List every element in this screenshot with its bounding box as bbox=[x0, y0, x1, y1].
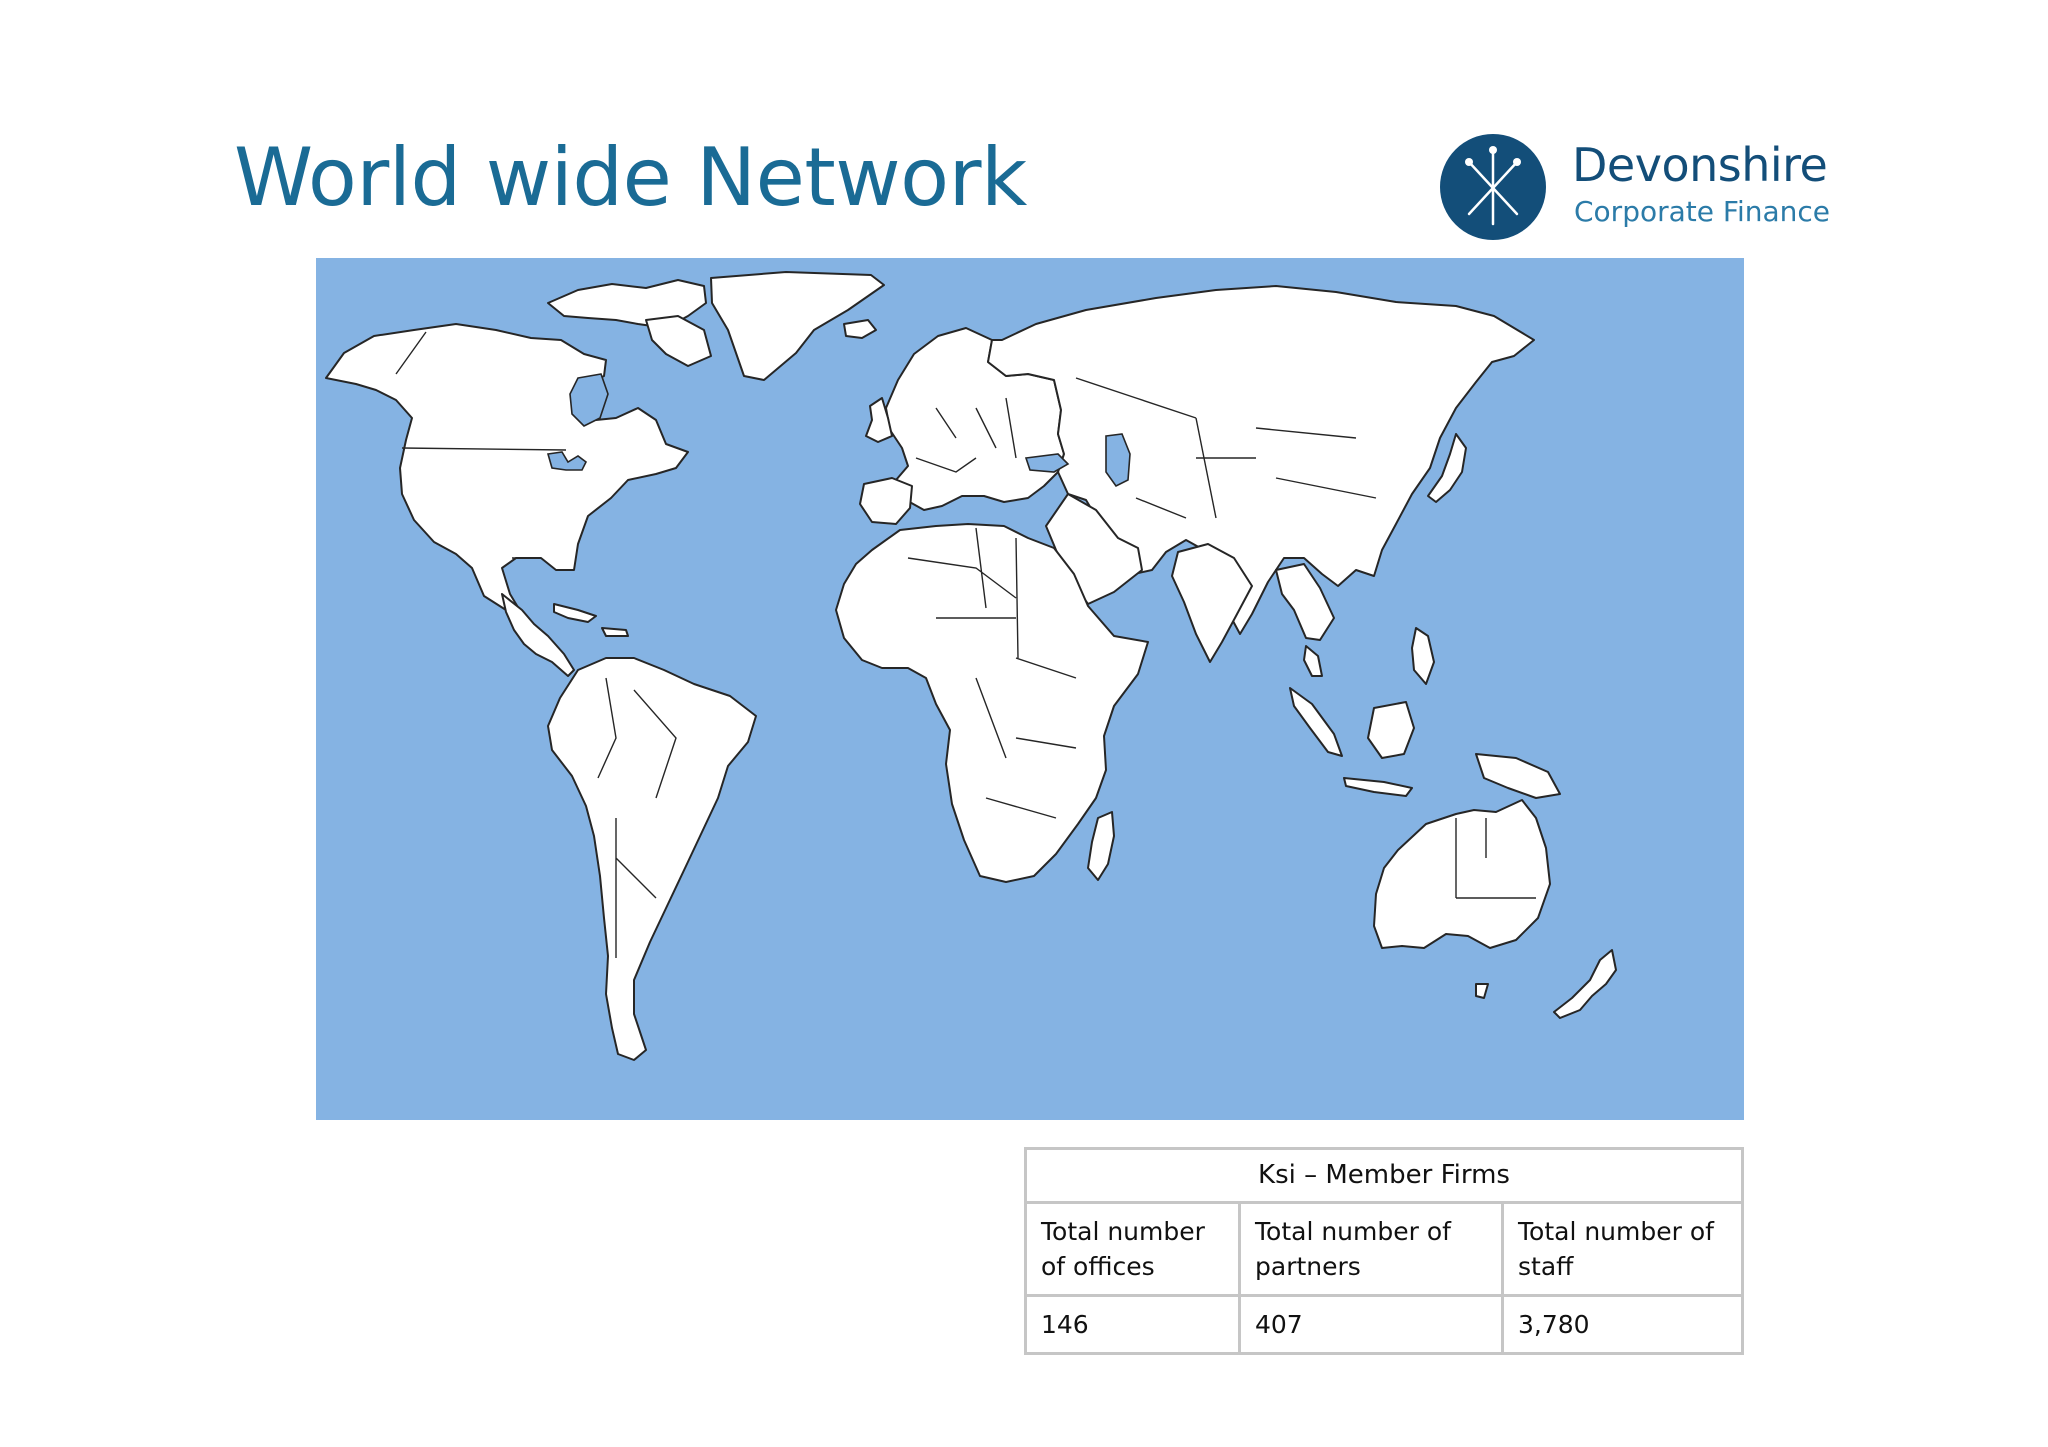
column-header-offices: Total number of offices bbox=[1024, 1201, 1241, 1297]
member-firms-table: Ksi – Member Firms Total number of offic… bbox=[1024, 1147, 1744, 1355]
tasmania bbox=[1475, 983, 1489, 999]
philippines bbox=[1411, 627, 1435, 685]
column-header-staff: Total number of staff bbox=[1501, 1201, 1744, 1297]
baffin-island bbox=[645, 315, 712, 367]
new-zealand bbox=[1553, 949, 1617, 1019]
java bbox=[1343, 777, 1413, 797]
iberia bbox=[859, 477, 913, 525]
compass-emblem-icon bbox=[1440, 134, 1546, 240]
south-america bbox=[547, 657, 757, 1061]
madagascar bbox=[1087, 811, 1115, 881]
world-map bbox=[316, 258, 1744, 1120]
new-guinea bbox=[1475, 753, 1561, 799]
page-title: World wide Network bbox=[234, 131, 1027, 224]
borneo bbox=[1367, 701, 1415, 759]
column-header-partners: Total number of partners bbox=[1238, 1201, 1504, 1297]
caribbean-islands bbox=[553, 603, 629, 637]
hudson-bay bbox=[569, 373, 609, 427]
world-map-svg bbox=[325, 271, 1617, 1061]
brand-subtitle: Corporate Finance bbox=[1574, 195, 1830, 228]
company-logo: Devonshire Corporate Finance bbox=[1438, 132, 1838, 247]
table-header: Ksi – Member Firms bbox=[1024, 1147, 1744, 1204]
iceland bbox=[843, 319, 877, 339]
malay-peninsula bbox=[1303, 645, 1323, 677]
value-offices: 146 bbox=[1024, 1294, 1241, 1355]
value-partners: 407 bbox=[1238, 1294, 1504, 1355]
brand-name: Devonshire bbox=[1572, 138, 1828, 192]
north-america bbox=[325, 323, 689, 615]
australia bbox=[1373, 799, 1551, 949]
value-staff: 3,780 bbox=[1501, 1294, 1744, 1355]
sumatra bbox=[1289, 687, 1343, 757]
